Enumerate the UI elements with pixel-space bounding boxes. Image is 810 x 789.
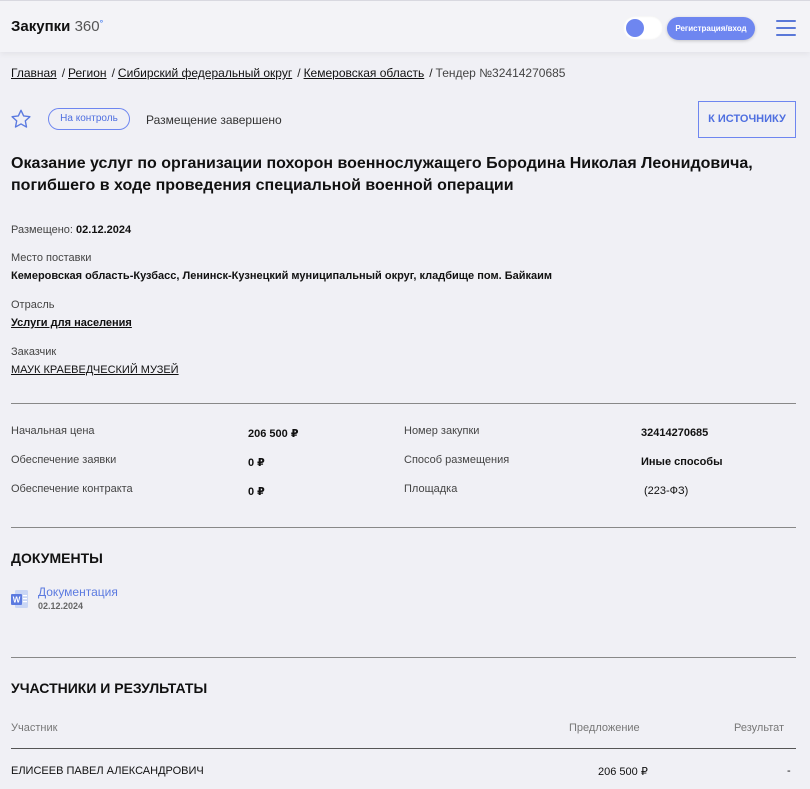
- logo-text: Закупки: [11, 18, 71, 35]
- breadcrumb-link-region[interactable]: Регион: [68, 66, 107, 80]
- participant-offer: 206 500 ₽: [598, 766, 648, 778]
- status-text: Размещение завершено: [146, 113, 282, 127]
- start-price-value: 206 500 ₽: [248, 428, 299, 440]
- purchase-number-value: 32414270685: [641, 427, 709, 439]
- start-price-label: Начальная цена: [11, 425, 95, 437]
- breadcrumb-current: Тендер №32414270685: [435, 66, 566, 80]
- documents-heading: ДОКУМЕНТЫ: [11, 550, 103, 566]
- customer-label: Заказчик: [11, 346, 57, 358]
- delivery-label: Место поставки: [11, 252, 92, 264]
- contract-security-label: Обеспечение контракта: [11, 483, 133, 495]
- to-source-button[interactable]: К ИСТОЧНИКУ: [698, 101, 796, 138]
- posted-value: 02.12.2024: [76, 224, 132, 236]
- toggle-knob: [626, 19, 644, 37]
- divider: [11, 403, 796, 404]
- word-doc-icon: W: [11, 590, 28, 608]
- logo[interactable]: Закупки 360°: [11, 18, 103, 35]
- method-value: Иные способы: [641, 456, 723, 468]
- column-header-participant: Участник: [11, 722, 58, 734]
- contract-security-value: 0 ₽: [248, 486, 265, 498]
- theme-toggle[interactable]: [623, 16, 663, 40]
- bid-security-label: Обеспечение заявки: [11, 454, 117, 466]
- breadcrumb-link-oblast[interactable]: Кемеровская область: [304, 66, 425, 80]
- delivery-value: Кемеровская область-Кузбасс, Ленинск-Куз…: [11, 270, 553, 282]
- bid-security-value: 0 ₽: [248, 457, 265, 469]
- participants-heading: УЧАСТНИКИ И РЕЗУЛЬТАТЫ: [11, 680, 208, 696]
- participant-result: -: [787, 765, 791, 777]
- breadcrumb-link-home[interactable]: Главная: [11, 66, 57, 80]
- participant-name: ЕЛИСЕЕВ ПАВЕЛ АЛЕКСАНДРОВИЧ: [11, 765, 204, 777]
- purchase-number-label: Номер закупки: [404, 425, 480, 437]
- document-link[interactable]: Документация: [38, 585, 118, 599]
- method-label: Способ размещения: [404, 454, 510, 466]
- add-to-control-button[interactable]: На контроль: [48, 108, 130, 130]
- register-login-button[interactable]: Регистрация/вход: [667, 17, 755, 40]
- platform-value: (223-ФЗ): [644, 485, 689, 497]
- column-header-offer: Предложение: [569, 722, 640, 734]
- tender-title: Оказание услуг по организации похорон во…: [11, 155, 753, 194]
- breadcrumb: Главная / Регион / Сибирский федеральный окр…: [11, 66, 566, 80]
- platform-label: Площадка: [404, 483, 458, 495]
- divider: [11, 527, 796, 528]
- industry-label: Отрасль: [11, 299, 55, 311]
- top-header: Закупки 360° Регистрация/вход: [0, 0, 810, 52]
- table-divider: [11, 748, 796, 749]
- svg-text:W: W: [13, 596, 21, 605]
- customer-link[interactable]: МАУК КРАЕВЕДЧЕСКИЙ МУЗЕЙ: [11, 364, 179, 376]
- document-date: 02.12.2024: [38, 601, 84, 611]
- star-icon[interactable]: [10, 108, 32, 130]
- logo-number: 360: [74, 18, 100, 35]
- breadcrumb-link-district[interactable]: Сибирский федеральный округ: [118, 66, 292, 80]
- industry-link[interactable]: Услуги для населения: [11, 317, 132, 329]
- column-header-result: Результат: [734, 722, 785, 734]
- divider: [11, 657, 796, 658]
- logo-sup: °: [99, 18, 104, 28]
- menu-icon[interactable]: [776, 20, 796, 36]
- posted-label: Размещено:: [11, 224, 73, 236]
- posted-date: Размещено: 02.12.2024: [11, 224, 131, 236]
